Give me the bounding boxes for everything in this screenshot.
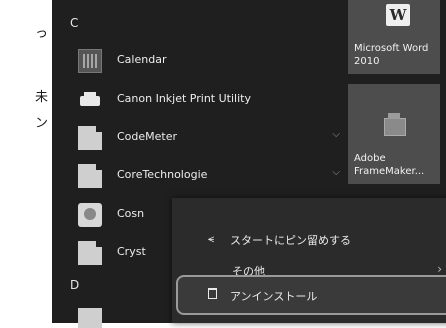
app-label: CoreTechnologie — [117, 168, 208, 181]
context-menu: ⪪ スタートにピン留めする その他 › アンインストール — [172, 198, 446, 323]
folder-icon — [78, 241, 102, 265]
tile-adobe-framemaker[interactable]: Adobe FrameMaker... — [348, 84, 440, 184]
app-icon — [78, 203, 102, 227]
framemaker-icon — [384, 113, 406, 136]
folder-icon — [78, 164, 102, 188]
app-label: Calendar — [117, 53, 167, 66]
trash-icon — [208, 288, 217, 302]
app-label: Cosn — [117, 207, 145, 220]
tile-label: Adobe FrameMaker... — [354, 153, 425, 177]
app-label: Cryst — [117, 245, 146, 258]
start-menu: C Calendar Canon Inkjet Print Utility Co… — [52, 0, 446, 328]
calendar-icon — [78, 49, 102, 73]
margin-text: 未 — [34, 90, 48, 105]
folder-icon — [78, 126, 102, 150]
app-item-coretechnologie[interactable]: CoreTechnologie ⌵ — [70, 162, 340, 190]
chevron-down-icon[interactable]: ⌵ — [332, 167, 340, 178]
printer-icon — [78, 88, 102, 112]
app-label: CodeMeter — [117, 130, 178, 143]
pin-icon: ⪪ — [208, 232, 215, 245]
margin-text: っ — [34, 26, 48, 41]
app-label: Canon Inkjet Print Utility — [117, 92, 251, 105]
uninstall-menu-item[interactable]: アンインストール — [176, 275, 446, 315]
word-logo-icon: W — [386, 4, 410, 26]
chevron-down-icon[interactable]: ⌵ — [332, 129, 340, 140]
app-icon — [78, 308, 102, 328]
menu-item-label: アンインストール — [230, 290, 318, 303]
letter-header-c[interactable]: C — [70, 16, 78, 30]
margin-text: ン — [34, 116, 48, 131]
menu-item-label: スタートにピン留めする — [230, 234, 351, 247]
chevron-right-icon: › — [437, 262, 442, 276]
app-item-canon-inkjet-print-utility[interactable]: Canon Inkjet Print Utility — [70, 86, 340, 114]
app-item-calendar[interactable]: Calendar — [70, 47, 340, 75]
letter-header-d[interactable]: D — [70, 278, 79, 292]
pin-to-start-menu-item[interactable]: ⪪ スタートにピン留めする — [172, 224, 446, 254]
app-item-codemeter[interactable]: CodeMeter ⌵ — [70, 124, 340, 152]
tile-microsoft-word[interactable]: W Microsoft Word 2010 — [348, 0, 440, 74]
tile-label: Microsoft Word 2010 — [354, 43, 429, 67]
document-margin: っ 未 ン — [0, 0, 52, 323]
